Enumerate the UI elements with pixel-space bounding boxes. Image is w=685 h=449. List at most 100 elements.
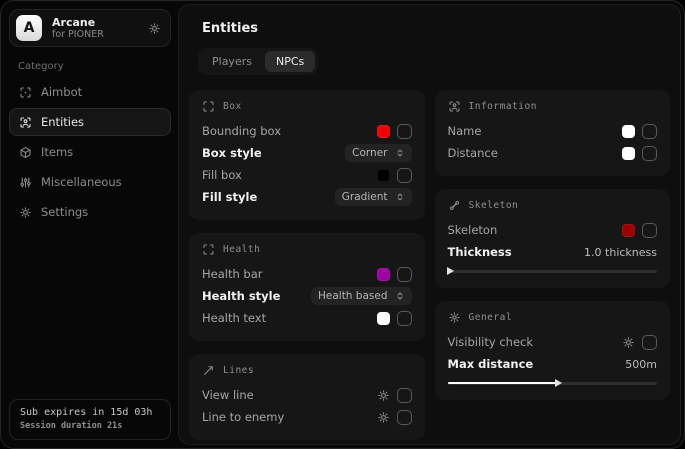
corner-brackets-icon (202, 243, 215, 256)
sidebar-item-label: Items (41, 145, 73, 159)
bounding-box-checkbox[interactable] (397, 124, 412, 139)
row-label: Thickness (448, 245, 512, 259)
session-duration-text: Session duration 21s (20, 421, 160, 431)
row-thickness: Thickness 1.0 thickness (448, 241, 658, 263)
distance-color-swatch[interactable] (622, 147, 635, 160)
card-title: Information (469, 101, 537, 112)
distance-checkbox[interactable] (642, 146, 657, 161)
card-column: InformationNameDistanceSkeletonSkeletonT… (435, 90, 671, 400)
sidebar-item-miscellaneous[interactable]: Miscellaneous (9, 168, 171, 196)
gear-icon (19, 206, 32, 219)
fill-box-color-swatch[interactable] (377, 169, 390, 182)
card-header: Lines (202, 364, 412, 377)
sidebar-item-items[interactable]: Items (9, 138, 171, 166)
view-line-gear-icon[interactable] (377, 389, 390, 402)
row-box-style: Box styleCorner (202, 142, 412, 164)
health-text-checkbox[interactable] (397, 311, 412, 326)
page-title: Entities (202, 21, 670, 36)
card-title: Box (223, 101, 242, 112)
bone-icon (448, 199, 461, 212)
dropdown-value: Gradient (342, 191, 388, 203)
row-label: Visibility check (448, 335, 534, 349)
row-distance: Distance (448, 142, 658, 164)
sun-icon (448, 311, 461, 324)
card-header: Information (448, 100, 658, 113)
row-label: Line to enemy (202, 410, 284, 424)
row-view-line: View line (202, 384, 412, 406)
name-checkbox[interactable] (642, 124, 657, 139)
subscription-info-card: Sub expires in 15d 03h Session duration … (9, 399, 171, 440)
sidebar-item-label: Aimbot (41, 85, 82, 99)
app-subtitle: for PIONER (52, 29, 140, 40)
row-line-to-enemy: Line to enemy (202, 406, 412, 428)
sidebar-item-aimbot[interactable]: Aimbot (9, 78, 171, 106)
card-column: Box Bounding boxBox styleCorner Fill box Fi… (189, 90, 425, 440)
thickness-value: 1.0 thickness (584, 246, 657, 259)
package-icon (19, 146, 32, 159)
row-health-bar: Health bar (202, 263, 412, 285)
health-bar-checkbox[interactable] (397, 267, 412, 282)
row-label: Health bar (202, 267, 263, 281)
sidebar-item-settings[interactable]: Settings (9, 198, 171, 226)
line-to-enemy-gear-icon[interactable] (377, 411, 390, 424)
row-label: Name (448, 124, 482, 138)
row-visibility-check: Visibility check (448, 331, 658, 353)
card-box: Box Bounding boxBox styleCorner Fill box Fi… (189, 90, 425, 220)
dropdown-value: Health based (318, 290, 388, 302)
skeleton-checkbox[interactable] (642, 223, 657, 238)
name-color-swatch[interactable] (622, 125, 635, 138)
row-label: Skeleton (448, 223, 498, 237)
sidebar-nav: Aimbot Entities Items Miscellaneous Settings (9, 78, 171, 226)
line-to-enemy-checkbox[interactable] (397, 410, 412, 425)
health-text-color-swatch[interactable] (377, 312, 390, 325)
row-label: View line (202, 388, 254, 402)
slider-handle[interactable] (447, 267, 454, 275)
card-lines: Lines View line Line to enemy (189, 354, 425, 440)
thickness-slider[interactable] (448, 266, 658, 276)
card-title: General (469, 312, 513, 323)
card-health: Health Health bar Health style Health based… (189, 233, 425, 341)
gear-icon[interactable] (148, 22, 161, 35)
row-skeleton: Skeleton (448, 219, 658, 241)
visibility-check-gear-icon[interactable] (622, 336, 635, 349)
tab-players[interactable]: Players (201, 51, 263, 72)
row-health-style: Health style Health based (202, 285, 412, 307)
card-header: General (448, 311, 658, 324)
tab-npcs[interactable]: NPCs (265, 51, 315, 72)
corner-brackets-icon (202, 100, 215, 113)
row-label: Fill style (202, 190, 257, 204)
person-scan-icon (448, 100, 461, 113)
unfold-icon (395, 291, 405, 301)
unfold-icon (395, 148, 405, 158)
card-skeleton: SkeletonSkeletonThickness1.0 thickness (435, 189, 671, 288)
sliders-icon (19, 176, 32, 189)
sidebar-item-label: Settings (41, 205, 88, 219)
card-title: Health (223, 244, 260, 255)
skeleton-color-swatch[interactable] (622, 224, 635, 237)
app-window: A Arcane for PIONER Category AimbotEntit… (0, 0, 685, 449)
slider-track (448, 270, 658, 273)
slider-handle[interactable] (555, 379, 562, 387)
card-information: Information Name Distance (435, 90, 671, 176)
app-logo: A (16, 15, 42, 41)
view-line-checkbox[interactable] (397, 388, 412, 403)
card-header: Health (202, 243, 412, 256)
sidebar-item-entities[interactable]: Entities (9, 108, 171, 136)
sub-expires-text: Sub expires in 15d 03h (20, 407, 160, 418)
row-label: Fill box (202, 168, 242, 182)
row-max-distance: Max distance500m (448, 353, 658, 375)
visibility-check-checkbox[interactable] (642, 335, 657, 350)
row-label: Health style (202, 289, 280, 303)
max-distance-value: 500m (625, 358, 657, 371)
fill-box-checkbox[interactable] (397, 168, 412, 183)
category-label: Category (18, 61, 167, 72)
card-general: General Visibility check Max distance500m (435, 301, 671, 400)
row-bounding-box: Bounding box (202, 120, 412, 142)
max-distance-slider[interactable] (448, 378, 658, 388)
box-style-dropdown[interactable]: Corner (345, 144, 411, 162)
health-bar-color-swatch[interactable] (377, 268, 390, 281)
bounding-box-color-swatch[interactable] (377, 125, 390, 138)
fill-style-dropdown[interactable]: Gradient (335, 188, 412, 206)
health-style-dropdown[interactable]: Health based (311, 287, 412, 305)
row-label: Health text (202, 311, 266, 325)
